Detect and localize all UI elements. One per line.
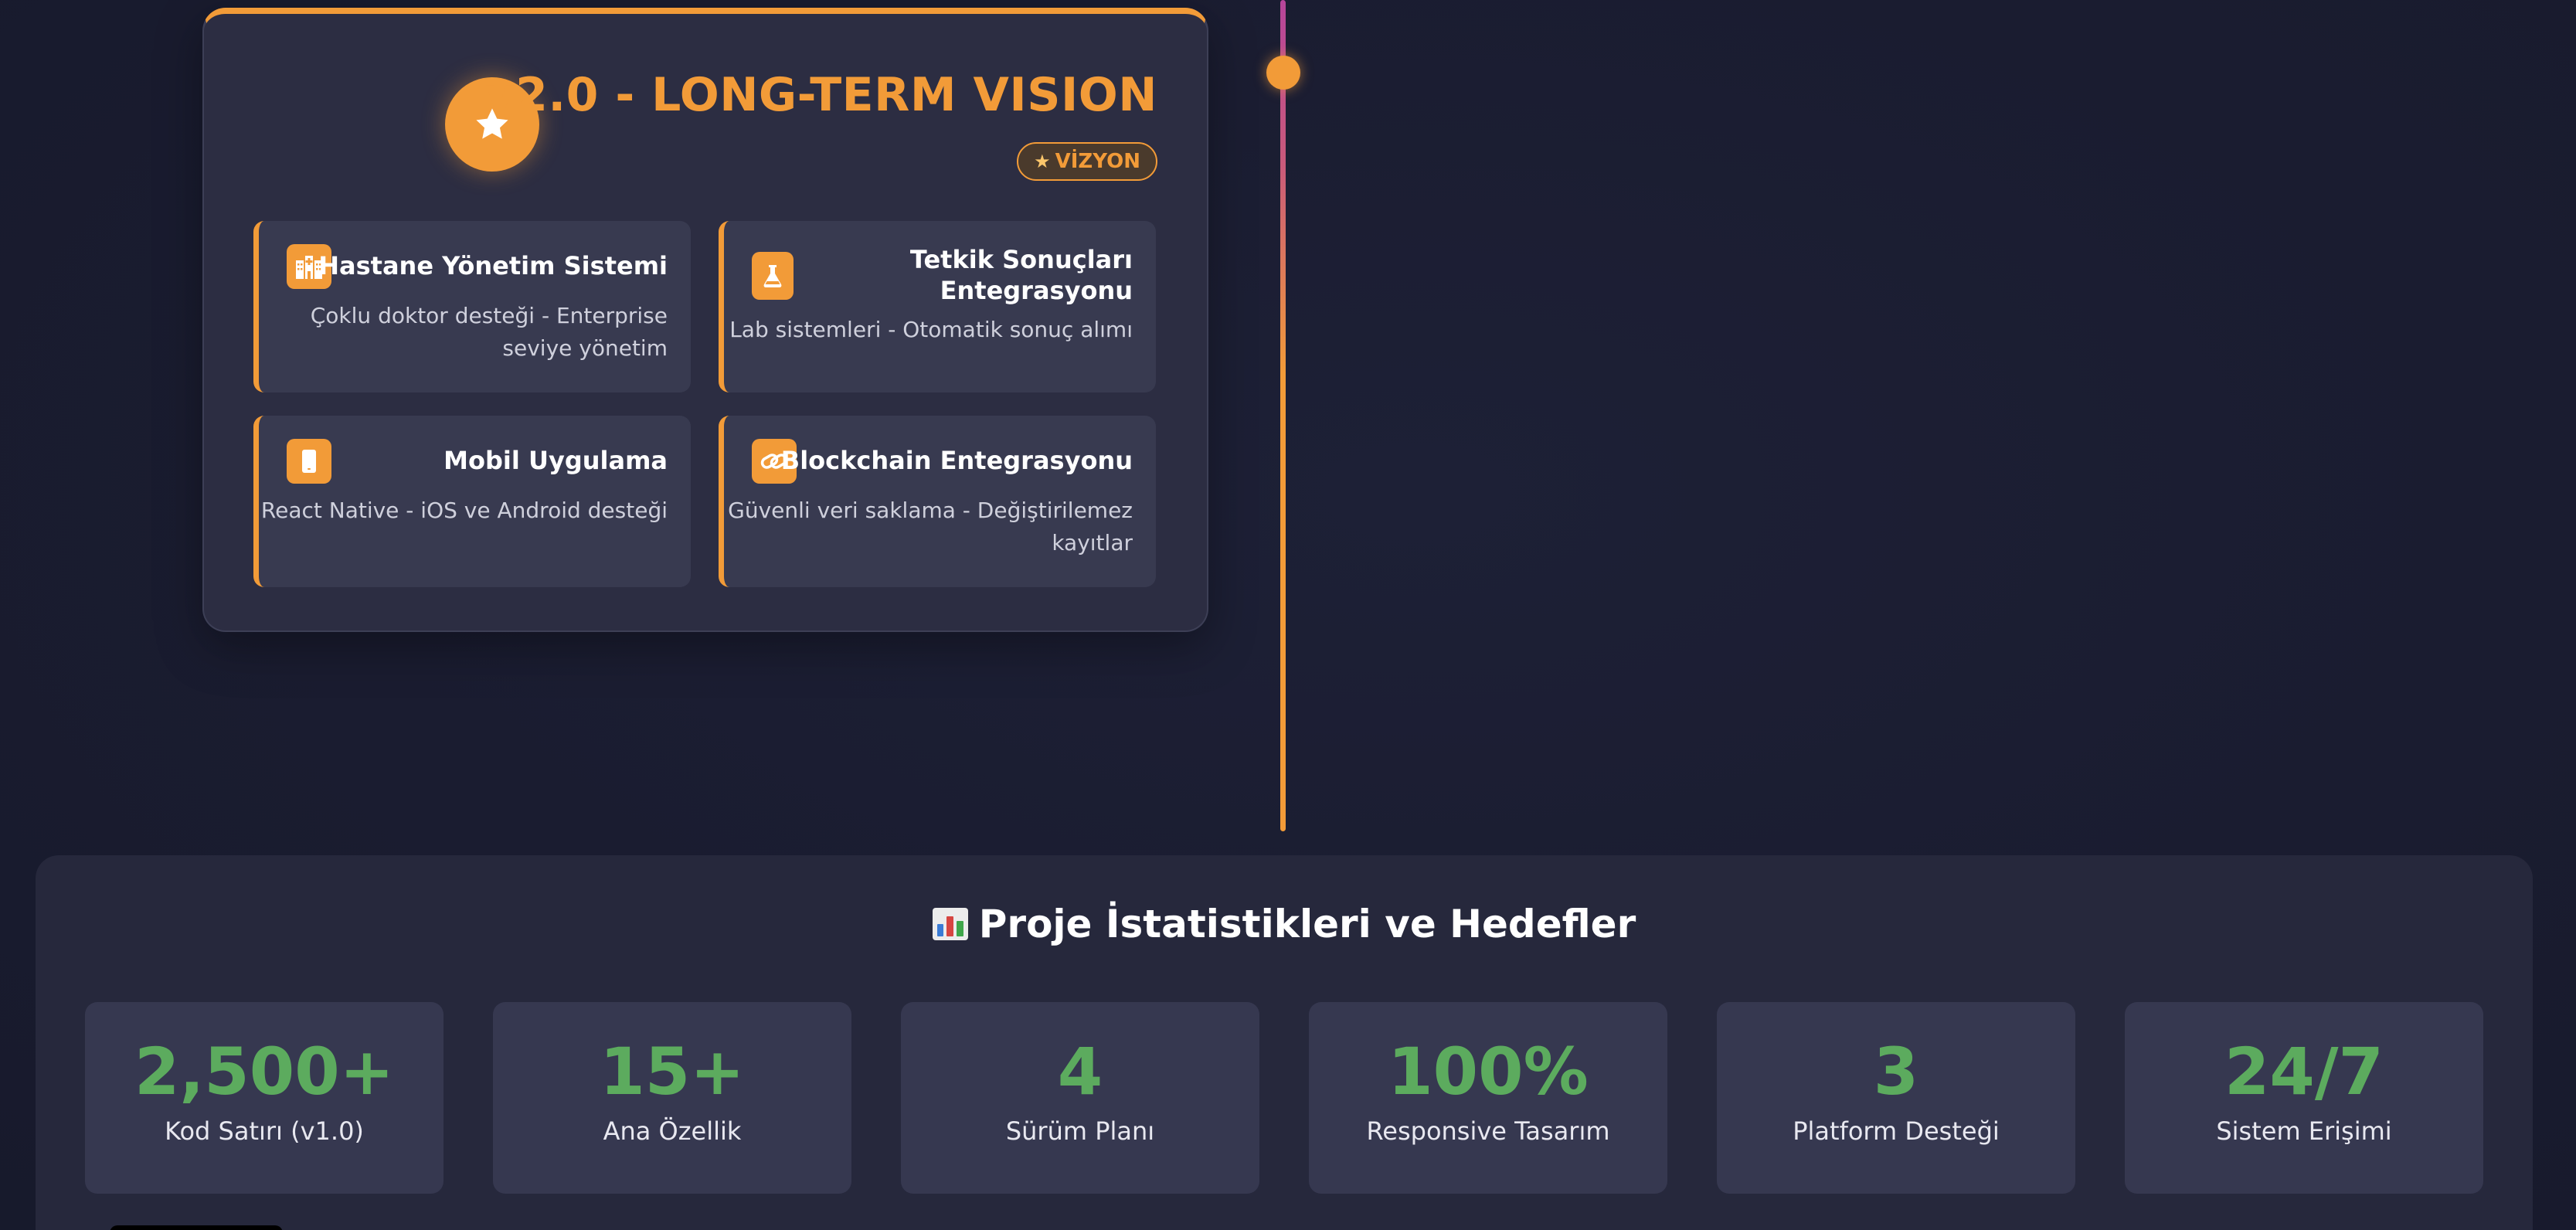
stat-card: 4 Sürüm Planı: [901, 1002, 1259, 1194]
badge-label: VİZYON: [1055, 150, 1140, 173]
stats-title-text: Proje İstatistikleri ve Hedefler: [978, 902, 1636, 946]
stat-card: 15+ Ana Özellik: [493, 1002, 851, 1194]
stat-card: 3 Platform Desteği: [1717, 1002, 2075, 1194]
feature-blockchain-integration: Blockchain Entegrasyonu Güvenli veri sak…: [719, 416, 1156, 587]
feature-title: Hastane Yönetim Sistemi: [318, 251, 668, 280]
star-icon: ★: [1034, 151, 1051, 172]
mobile-phone-icon: [287, 439, 331, 484]
version-card-v2: v2.0 - LONG-TERM VISION ★ VİZYON Hastane…: [202, 8, 1208, 632]
feature-mobile-app: Mobil Uygulama React Native - iOS ve And…: [253, 416, 691, 587]
stat-value: 4: [1057, 1034, 1103, 1109]
feature-title: Blockchain Entegrasyonu: [780, 446, 1133, 475]
stat-card: 24/7 Sistem Erişimi: [2125, 1002, 2483, 1194]
stat-label: Sürüm Planı: [1005, 1116, 1155, 1146]
page: v2.0 - LONG-TERM VISION ★ VİZYON Hastane…: [0, 0, 2576, 1230]
stat-value: 2,500+: [134, 1034, 395, 1109]
stat-label: Responsive Tasarım: [1366, 1116, 1610, 1146]
feature-description: Çoklu doktor desteği - Enterprise seviye…: [310, 303, 668, 361]
feature-title: Mobil Uygulama: [443, 446, 668, 475]
stat-card: 100% Responsive Tasarım: [1309, 1002, 1667, 1194]
stat-label: Ana Özellik: [603, 1116, 742, 1146]
vision-badge: ★ VİZYON: [1017, 142, 1157, 181]
feature-description: React Native - iOS ve Android desteği: [260, 498, 668, 523]
flask-icon: [752, 252, 794, 300]
feature-title: Tetkik Sonuçları Entegrasyonu: [909, 245, 1133, 305]
stat-value: 3: [1873, 1034, 1919, 1109]
stat-value: 24/7: [2224, 1034, 2384, 1109]
stat-value: 100%: [1388, 1034, 1589, 1109]
timeline-dot: [1266, 56, 1300, 90]
stat-label: Kod Satırı (v1.0): [165, 1116, 364, 1146]
stats-title: Proje İstatistikleri ve Hedefler: [36, 902, 2533, 946]
stats-panel: Proje İstatistikleri ve Hedefler 2,500+ …: [36, 855, 2533, 1230]
stat-label: Sistem Erişimi: [2216, 1116, 2392, 1146]
stat-value: 15+: [600, 1034, 745, 1109]
feature-description: Lab sistemleri - Otomatik sonuç alımı: [729, 317, 1133, 342]
stat-card: 2,500+ Kod Satırı (v1.0): [85, 1002, 443, 1194]
feature-test-results-integration: Tetkik Sonuçları Entegrasyonu Lab sistem…: [719, 221, 1156, 392]
bar-chart-icon: [932, 908, 968, 940]
version-title: v2.0 - LONG-TERM VISION: [484, 68, 1157, 122]
feature-hospital-management: Hastane Yönetim Sistemi Çoklu doktor des…: [253, 221, 691, 392]
timeline-line: [1280, 0, 1286, 831]
stat-label: Platform Desteği: [1793, 1116, 2000, 1146]
feature-description: Güvenli veri saklama - Değiştirilemez ka…: [728, 498, 1133, 556]
bottom-edge-element: [110, 1225, 283, 1230]
